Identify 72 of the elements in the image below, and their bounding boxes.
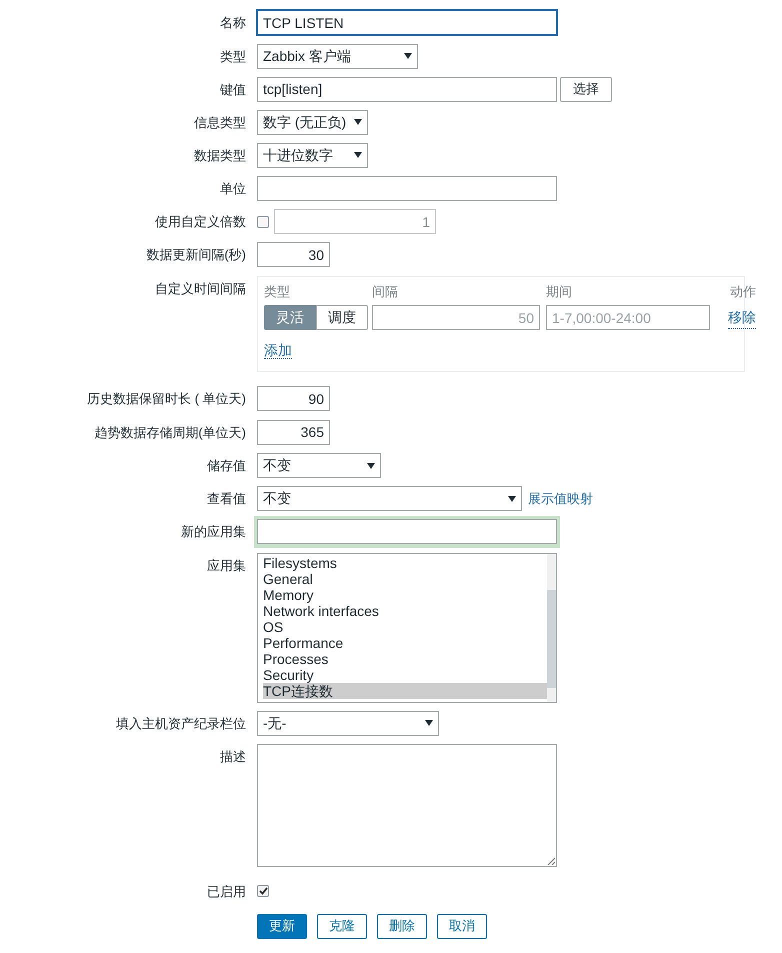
field-label: 储存值 <box>206 457 246 475</box>
column-header: 类型 <box>264 282 291 300</box>
dropdown-caret-icon <box>425 720 433 726</box>
number-field[interactable]: 90 <box>257 386 330 411</box>
list-option[interactable]: General <box>263 570 547 586</box>
dropdown[interactable]: 不变 <box>257 453 381 478</box>
column-header: 间隔 <box>372 282 399 300</box>
text-field[interactable]: TCP LISTEN <box>257 10 557 35</box>
select-button[interactable]: 选择 <box>560 76 612 102</box>
text-field[interactable] <box>257 176 557 200</box>
field-label: 键值 <box>219 80 246 98</box>
dropdown-caret-icon <box>508 496 516 502</box>
column-header: 期间 <box>546 282 573 300</box>
field-label: 数据更新间隔(秒) <box>145 246 246 264</box>
dropdown[interactable]: 数字 (无正负) <box>257 110 368 134</box>
key-field[interactable]: tcp[listen] <box>257 76 557 102</box>
list-option[interactable]: Security <box>263 666 547 682</box>
list-option[interactable]: Memory <box>263 586 547 602</box>
number-field[interactable]: 30 <box>257 242 330 267</box>
dropdown[interactable]: 不变 <box>257 486 522 511</box>
checkmark-icon <box>258 887 268 895</box>
dropdown-value: 不变 <box>263 489 291 508</box>
field-label: 单位 <box>219 180 246 198</box>
dropdown[interactable]: Zabbix 客户端 <box>257 44 418 68</box>
dropdown[interactable]: 十进位数字 <box>257 142 368 168</box>
field-label: 类型 <box>219 48 246 66</box>
checkbox[interactable] <box>257 885 269 897</box>
resize-grip-icon <box>547 856 555 864</box>
list-option[interactable]: TCP连接数 <box>263 682 547 698</box>
dropdown-caret-icon <box>354 119 362 125</box>
list-option[interactable]: Network interfaces <box>263 602 547 618</box>
list-option[interactable]: Filesystems <box>263 554 547 570</box>
application-listbox[interactable]: Filesystems General Memory Network interfaces OS Performance Processes Security TCP连接数 <box>257 552 557 702</box>
form-button[interactable]: 取消 <box>437 914 487 938</box>
field-label: 新的应用集 <box>180 523 246 541</box>
form-button[interactable]: 克隆 <box>317 914 367 938</box>
list-option[interactable]: OS <box>263 618 547 634</box>
interval-field[interactable]: 50 <box>372 305 540 330</box>
field-label: 已启用 <box>206 882 246 900</box>
list-option[interactable]: Performance <box>263 634 547 650</box>
field-label: 信息类型 <box>193 114 246 132</box>
checkbox[interactable] <box>257 216 269 228</box>
field-label: 使用自定义倍数 <box>154 213 246 231</box>
remove-link[interactable]: 移除 <box>728 306 756 328</box>
dropdown-caret-icon <box>367 462 375 468</box>
column-header: 动作 <box>729 282 756 300</box>
add-link[interactable]: 添加 <box>264 342 292 359</box>
form-button[interactable]: 删除 <box>377 914 427 938</box>
field-label: 应用集 <box>206 556 246 574</box>
field-label: 查看值 <box>206 490 246 508</box>
field-label: 历史数据保留时长 ( 单位天) <box>86 390 246 408</box>
dropdown-value: Zabbix 客户端 <box>263 46 351 66</box>
field-label: 趋势数据存储周期(单位天) <box>93 424 246 442</box>
period-field[interactable]: 1-7,00:00-24:00 <box>546 305 710 330</box>
field-label: 自定义时间间隔 <box>154 280 246 298</box>
field-label: 描述 <box>219 748 246 766</box>
dropdown-caret-icon <box>354 152 362 158</box>
scrollbar[interactable] <box>547 554 556 702</box>
dropdown-caret-icon <box>404 53 412 59</box>
dropdown-value: 十进位数字 <box>263 146 333 164</box>
number-field[interactable]: 365 <box>257 420 330 444</box>
form-button[interactable]: 更新 <box>257 914 307 938</box>
dropdown-value: -无- <box>263 714 286 732</box>
dropdown[interactable]: -无- <box>257 710 439 736</box>
mode-tab[interactable]: 调度 <box>316 305 368 330</box>
list-option[interactable]: Processes <box>263 650 547 666</box>
dropdown-value: 数字 (无正负) <box>263 112 346 132</box>
field-label: 名称 <box>219 14 246 32</box>
field-label: 填入主机资产纪录栏位 <box>115 714 246 732</box>
value-mapping-link[interactable]: 展示值映射 <box>528 488 593 508</box>
dropdown-value: 不变 <box>263 456 291 475</box>
field-label: 数据类型 <box>193 146 246 164</box>
